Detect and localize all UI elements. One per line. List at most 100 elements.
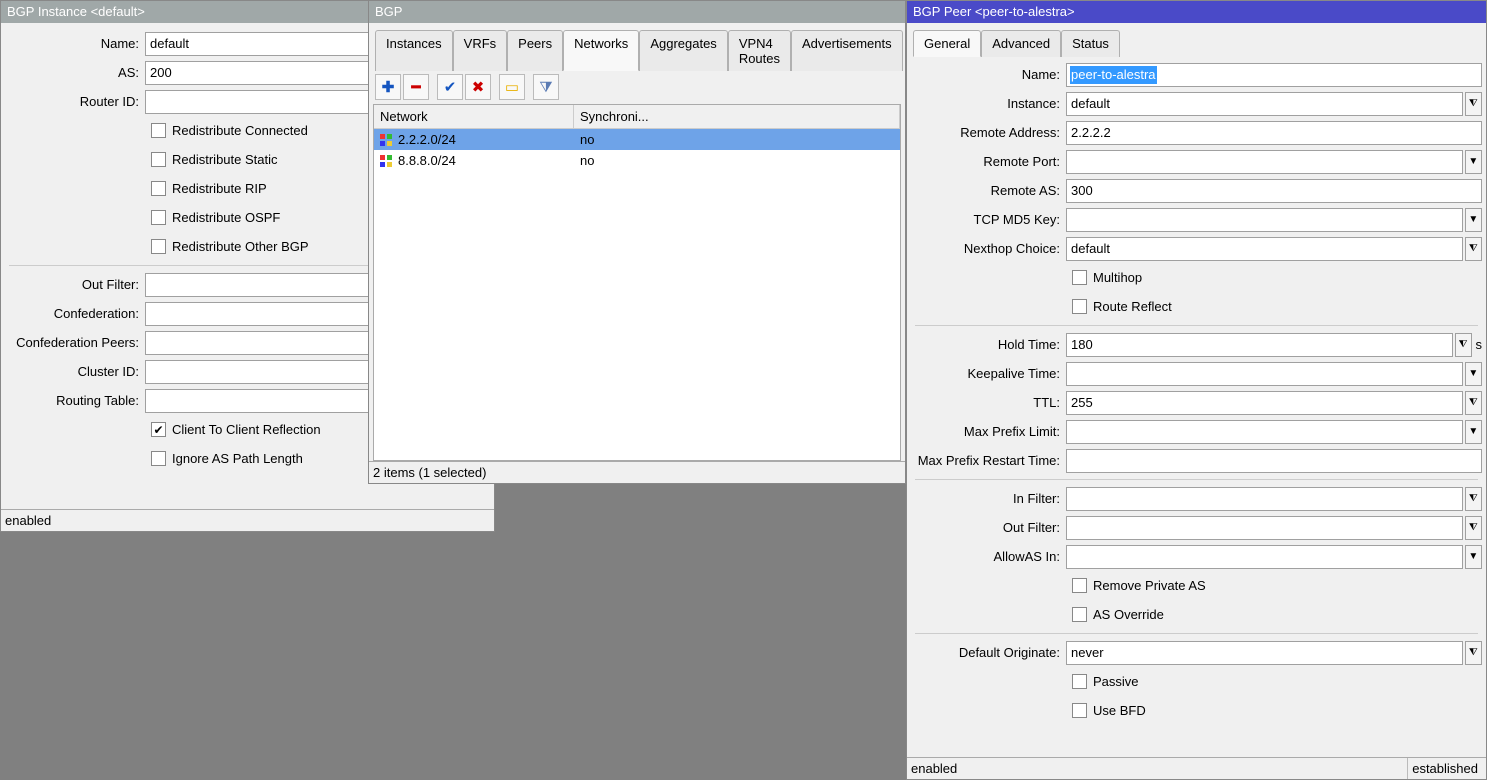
nexthop-input[interactable]	[1066, 237, 1463, 261]
route-reflect-checkbox[interactable]	[1072, 299, 1087, 314]
remote-as-label: Remote AS:	[911, 183, 1066, 198]
remote-port-dropdown[interactable]: ▼	[1465, 150, 1482, 174]
instance-status: enabled	[5, 510, 51, 531]
tab-advertisements[interactable]: Advertisements	[791, 30, 903, 71]
default-originate-label: Default Originate:	[911, 645, 1066, 660]
confederation-peers-label: Confederation Peers:	[5, 335, 145, 350]
client-reflection-checkbox[interactable]	[151, 422, 166, 437]
in-filter-dropdown[interactable]: ⧨	[1465, 487, 1482, 511]
as-override-checkbox[interactable]	[1072, 607, 1087, 622]
tab-vpn4-routes[interactable]: VPN4 Routes	[728, 30, 791, 71]
tab-advanced[interactable]: Advanced	[981, 30, 1061, 57]
redistribute-ospf-label: Redistribute OSPF	[172, 210, 280, 225]
redistribute-ospf-checkbox[interactable]	[151, 210, 166, 225]
instance-input[interactable]	[1066, 92, 1463, 116]
peer-separator-1	[915, 325, 1478, 326]
bgp-statusbar: 2 items (1 selected)	[369, 461, 905, 483]
networks-rows[interactable]: 2.2.2.0/24no8.8.8.0/24no	[374, 129, 900, 460]
peer-name-label: Name:	[911, 67, 1066, 82]
hold-time-dropdown[interactable]: ⧨	[1455, 333, 1472, 357]
tab-vrfs[interactable]: VRFs	[453, 30, 508, 71]
allowas-dropdown[interactable]: ▼	[1465, 545, 1482, 569]
plus-icon: ✚	[382, 78, 395, 96]
as-label: AS:	[5, 65, 145, 80]
max-prefix-limit-dropdown[interactable]: ▼	[1465, 420, 1482, 444]
remote-as-input[interactable]	[1066, 179, 1482, 203]
tab-instances[interactable]: Instances	[375, 30, 453, 71]
default-originate-input[interactable]	[1066, 641, 1463, 665]
peer-out-filter-input[interactable]	[1066, 516, 1463, 540]
passive-label: Passive	[1093, 674, 1139, 689]
hold-time-input[interactable]	[1066, 333, 1453, 357]
bgp-toolbar: ✚ ━ ✔ ✖ ▭ ⧩	[369, 70, 905, 104]
ttl-dropdown[interactable]: ⧨	[1465, 391, 1482, 415]
tcp-md5-label: TCP MD5 Key:	[911, 212, 1066, 227]
table-row[interactable]: 8.8.8.0/24no	[374, 150, 900, 171]
max-prefix-restart-input[interactable]	[1066, 449, 1482, 473]
note-icon: ▭	[505, 78, 519, 96]
instance-label: Instance:	[911, 96, 1066, 111]
peer-statusbar: enabled established	[907, 757, 1486, 779]
in-filter-label: In Filter:	[911, 491, 1066, 506]
peer-name-input[interactable]	[1066, 63, 1482, 87]
keepalive-input[interactable]	[1066, 362, 1463, 386]
bgp-peer-title[interactable]: BGP Peer <peer-to-alestra>	[907, 1, 1486, 23]
funnel-icon: ⧩	[539, 79, 552, 96]
cluster-id-label: Cluster ID:	[5, 364, 145, 379]
passive-checkbox[interactable]	[1072, 674, 1087, 689]
redistribute-connected-checkbox[interactable]	[151, 123, 166, 138]
enable-button[interactable]: ✔	[437, 74, 463, 100]
use-bfd-label: Use BFD	[1093, 703, 1146, 718]
remote-port-input[interactable]	[1066, 150, 1463, 174]
tab-networks[interactable]: Networks	[563, 30, 639, 71]
keepalive-label: Keepalive Time:	[911, 366, 1066, 381]
nexthop-dropdown[interactable]: ⧨	[1465, 237, 1482, 261]
tcp-md5-dropdown[interactable]: ▼	[1465, 208, 1482, 232]
max-prefix-limit-input[interactable]	[1066, 420, 1463, 444]
default-originate-dropdown[interactable]: ⧨	[1465, 641, 1482, 665]
ignore-as-path-checkbox[interactable]	[151, 451, 166, 466]
comment-button[interactable]: ▭	[499, 74, 525, 100]
filter-button[interactable]: ⧩	[533, 74, 559, 100]
tab-aggregates[interactable]: Aggregates	[639, 30, 728, 71]
col-network[interactable]: Network	[374, 105, 574, 128]
remote-port-label: Remote Port:	[911, 154, 1066, 169]
nexthop-label: Nexthop Choice:	[911, 241, 1066, 256]
remove-button[interactable]: ━	[403, 74, 429, 100]
peer-out-filter-dropdown[interactable]: ⧨	[1465, 516, 1482, 540]
remove-private-as-checkbox[interactable]	[1072, 578, 1087, 593]
tab-peers[interactable]: Peers	[507, 30, 563, 71]
peer-separator-3	[915, 633, 1478, 634]
bgp-title[interactable]: BGP	[369, 1, 905, 23]
ttl-input[interactable]	[1066, 391, 1463, 415]
remote-address-input[interactable]	[1066, 121, 1482, 145]
instance-dropdown[interactable]: ⧨	[1465, 92, 1482, 116]
in-filter-input[interactable]	[1066, 487, 1463, 511]
hold-time-label: Hold Time:	[911, 337, 1066, 352]
use-bfd-checkbox[interactable]	[1072, 703, 1087, 718]
redistribute-static-checkbox[interactable]	[151, 152, 166, 167]
disable-button[interactable]: ✖	[465, 74, 491, 100]
peer-status-right: established	[1407, 758, 1482, 779]
ignore-as-path-label: Ignore AS Path Length	[172, 451, 303, 466]
tab-status[interactable]: Status	[1061, 30, 1120, 57]
multihop-checkbox[interactable]	[1072, 270, 1087, 285]
redistribute-other-checkbox[interactable]	[151, 239, 166, 254]
max-prefix-limit-label: Max Prefix Limit:	[911, 424, 1066, 439]
add-button[interactable]: ✚	[375, 74, 401, 100]
route-reflect-label: Route Reflect	[1093, 299, 1172, 314]
table-row[interactable]: 2.2.2.0/24no	[374, 129, 900, 150]
name-label: Name:	[5, 36, 145, 51]
col-sync[interactable]: Synchroni...	[574, 105, 900, 128]
as-override-label: AS Override	[1093, 607, 1164, 622]
bgp-tabs: InstancesVRFsPeersNetworksAggregatesVPN4…	[369, 23, 905, 70]
x-icon: ✖	[472, 78, 485, 96]
redistribute-other-label: Redistribute Other BGP	[172, 239, 309, 254]
allowas-input[interactable]	[1066, 545, 1463, 569]
network-cell: 8.8.8.0/24	[398, 153, 456, 168]
bgp-window: BGP InstancesVRFsPeersNetworksAggregates…	[368, 0, 906, 484]
tcp-md5-input[interactable]	[1066, 208, 1463, 232]
tab-general[interactable]: General	[913, 30, 981, 57]
keepalive-dropdown[interactable]: ▼	[1465, 362, 1482, 386]
redistribute-rip-checkbox[interactable]	[151, 181, 166, 196]
